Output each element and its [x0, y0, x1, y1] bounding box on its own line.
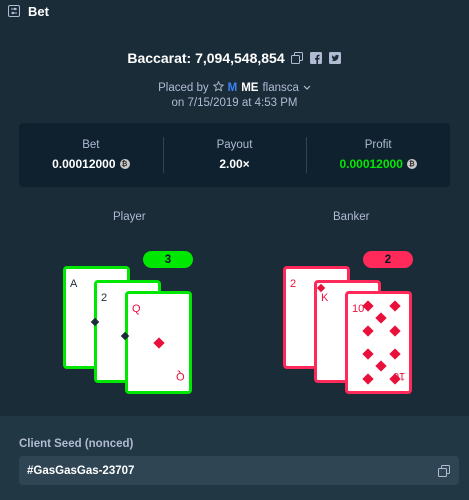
bet-value-row: 0.00012000 ₿	[52, 157, 130, 171]
banker-card-3: 10 10	[345, 291, 412, 394]
diamond-pip	[362, 373, 374, 385]
banker-label: Banker	[333, 211, 370, 223]
payout-value: 2.00×	[219, 157, 250, 171]
bet-heading: Baccarat: 7,094,548,854	[0, 50, 469, 66]
card-rank: 2	[101, 292, 108, 304]
facebook-icon[interactable]	[310, 52, 323, 65]
bet-slip-icon	[8, 5, 20, 17]
twitter-icon[interactable]	[329, 52, 342, 65]
player-card-3: Q Q	[125, 291, 192, 394]
card-rank: A	[70, 278, 78, 290]
star-icon	[212, 80, 224, 95]
card-rank: K	[321, 292, 329, 304]
bet-stats-panel: Bet 0.00012000 ₿ Payout 2.00× Profit 0.0…	[19, 123, 450, 187]
bet-stat: Bet 0.00012000 ₿	[19, 123, 163, 187]
client-seed-value[interactable]: #GasGasGas-23707	[27, 465, 134, 477]
diamond-pip	[375, 312, 387, 324]
bet-amount: 0.00012000	[52, 157, 116, 171]
card-rank-inverted: 10	[392, 370, 405, 382]
copy-icon[interactable]	[438, 465, 450, 477]
placed-by-line: Placed by M ME flansca	[0, 80, 469, 95]
placed-by-label: Placed by	[158, 82, 209, 94]
client-seed-section: Client Seed (nonced) #GasGasGas-23707	[0, 416, 469, 500]
player-score: 3	[143, 251, 193, 268]
profit-value-row: 0.00012000 ₿	[339, 157, 417, 171]
bet-id-title: Baccarat: 7,094,548,854	[127, 50, 285, 66]
diamond-pip	[389, 325, 401, 337]
player-label: Player	[113, 211, 146, 223]
card-rank: Q	[132, 303, 141, 315]
chevron-down-icon[interactable]	[303, 82, 311, 94]
diamond-pip	[389, 300, 401, 312]
card-rank: 2	[290, 278, 297, 290]
copy-icon[interactable]	[291, 52, 304, 65]
payout-stat: Payout 2.00×	[162, 123, 307, 187]
card-rank-inverted: Q	[176, 370, 185, 382]
profit-label: Profit	[364, 139, 392, 151]
bitcoin-icon: ₿	[119, 159, 130, 169]
payout-label: Payout	[216, 139, 253, 151]
window-titlebar: Bet	[0, 0, 469, 22]
banker-score: 2	[363, 251, 413, 268]
diamond-pip	[153, 337, 165, 349]
client-seed-field[interactable]: #GasGasGas-23707	[19, 456, 459, 485]
profit-amount: 0.00012000	[339, 157, 403, 171]
client-seed-label: Client Seed (nonced)	[19, 438, 134, 450]
profit-stat: Profit 0.00012000 ₿	[306, 123, 450, 187]
diamond-pip	[389, 348, 401, 360]
diamond-pip	[375, 360, 387, 372]
bet-date: on 7/15/2019 at 4:53 PM	[171, 97, 298, 109]
vip-badge: M	[227, 82, 238, 94]
bet-label: Bet	[82, 139, 100, 151]
bitcoin-icon: ₿	[406, 159, 417, 169]
diamond-pip	[362, 325, 374, 337]
username-tag[interactable]: ME	[241, 82, 258, 94]
window-title: Bet	[28, 3, 49, 19]
username[interactable]: flansca	[262, 82, 298, 94]
diamond-pip	[362, 348, 374, 360]
